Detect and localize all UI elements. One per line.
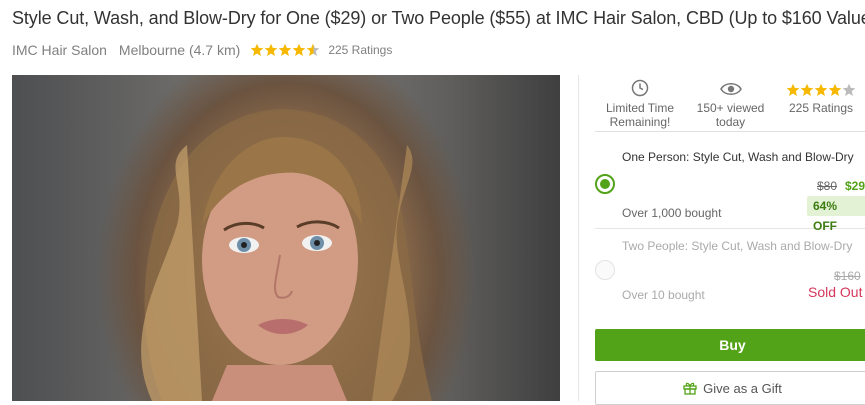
feature-ratings[interactable]: 225 Ratings: [783, 75, 859, 115]
deal-meta: IMC Hair Salon Melbourne (4.7 km) 225 Ra…: [12, 42, 392, 58]
feature-line1: 150+ viewed: [696, 101, 765, 115]
buy-button[interactable]: Buy: [595, 329, 865, 361]
feature-line2: Remaining!: [609, 115, 671, 129]
rating-stars[interactable]: [250, 43, 320, 57]
ratings-count[interactable]: 225 Ratings: [328, 43, 392, 57]
feature-line1: 225 Ratings: [788, 101, 854, 115]
option-two-people: Two People: Style Cut, Wash and Blow-Dry…: [595, 231, 865, 307]
star-icon: [293, 43, 306, 56]
star-icon: [279, 43, 292, 56]
option-radio-disabled: [595, 260, 615, 280]
merchant-name[interactable]: IMC Hair Salon: [12, 42, 107, 58]
sold-out-label: Sold Out: [808, 284, 863, 300]
original-price: $160: [834, 269, 861, 283]
stars-icon: [783, 75, 859, 97]
original-price: $80: [817, 179, 838, 193]
option-radio-selected[interactable]: [595, 174, 615, 194]
buy-button-label: Buy: [719, 337, 746, 353]
feature-limited-time: Limited Time Remaining!: [595, 75, 685, 129]
gift-button-label: Give as a Gift: [703, 380, 782, 396]
location-label[interactable]: Melbourne (4.7 km): [119, 42, 240, 58]
discount-badge: 64% OFF: [807, 196, 865, 233]
clock-icon: [595, 75, 685, 97]
feature-viewed: 150+ viewed today: [688, 75, 773, 129]
star-half-icon: [307, 43, 320, 56]
deal-photo[interactable]: [12, 75, 560, 401]
feature-line2: today: [715, 115, 746, 129]
deal-features: Limited Time Remaining! 150+ viewed toda…: [595, 75, 865, 132]
star-icon: [251, 43, 264, 56]
star-icon: [265, 43, 278, 56]
deal-price: $29: [845, 179, 865, 193]
option-title: Two People: Style Cut, Wash and Blow-Dry: [622, 239, 853, 253]
gift-icon: [683, 382, 697, 395]
column-divider: [578, 75, 579, 401]
portrait-illustration: [141, 109, 432, 401]
option-title: One Person: Style Cut, Wash and Blow-Dry: [622, 150, 854, 164]
gift-button[interactable]: Give as a Gift: [595, 371, 865, 405]
deal-title: Style Cut, Wash, and Blow-Dry for One ($…: [12, 8, 865, 28]
eye-icon: [688, 75, 773, 97]
bought-count: Over 10 bought: [622, 288, 705, 302]
option-one-person[interactable]: One Person: Style Cut, Wash and Blow-Dry…: [595, 139, 865, 233]
feature-line1: Limited Time: [605, 101, 675, 115]
bought-count: Over 1,000 bought: [622, 206, 722, 220]
